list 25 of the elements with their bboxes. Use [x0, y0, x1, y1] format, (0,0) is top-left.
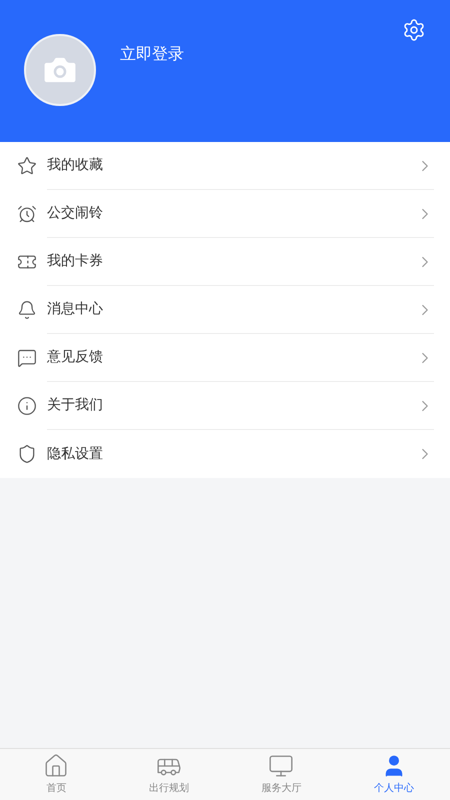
menu-label: 关于我们 — [47, 396, 104, 415]
shield-icon — [17, 444, 37, 464]
menu-label: 我的收藏 — [47, 156, 104, 175]
menu-label: 隐私设置 — [47, 444, 104, 464]
menu-item[interactable]: 我的卡券 — [0, 238, 450, 286]
alarm-clock-icon — [17, 204, 37, 224]
monitor-icon — [268, 753, 294, 779]
settings-icon[interactable] — [402, 18, 426, 42]
menu-item[interactable]: 意见反馈 — [0, 334, 450, 382]
bell-icon — [17, 300, 37, 320]
menu-label: 公交闹铃 — [47, 204, 104, 223]
menu-label: 我的卡券 — [47, 252, 104, 271]
home-icon — [43, 753, 70, 779]
menu-label: 消息中心 — [47, 300, 104, 319]
chat-icon — [17, 348, 37, 368]
menu-item[interactable]: 隐私设置 — [0, 430, 450, 478]
login-link[interactable]: 立即登录 — [120, 42, 184, 66]
menu-label: 意见反馈 — [47, 348, 104, 367]
menu-item[interactable]: 公交闹铃 — [0, 190, 450, 238]
menu-item[interactable]: 我的收藏 — [0, 142, 450, 190]
info-icon — [17, 396, 37, 416]
menu-item[interactable]: 关于我们 — [0, 382, 450, 430]
star-icon — [17, 156, 37, 176]
tab[interactable]: 个人中心 — [338, 749, 450, 800]
menu-item[interactable]: 消息中心 — [0, 286, 450, 334]
